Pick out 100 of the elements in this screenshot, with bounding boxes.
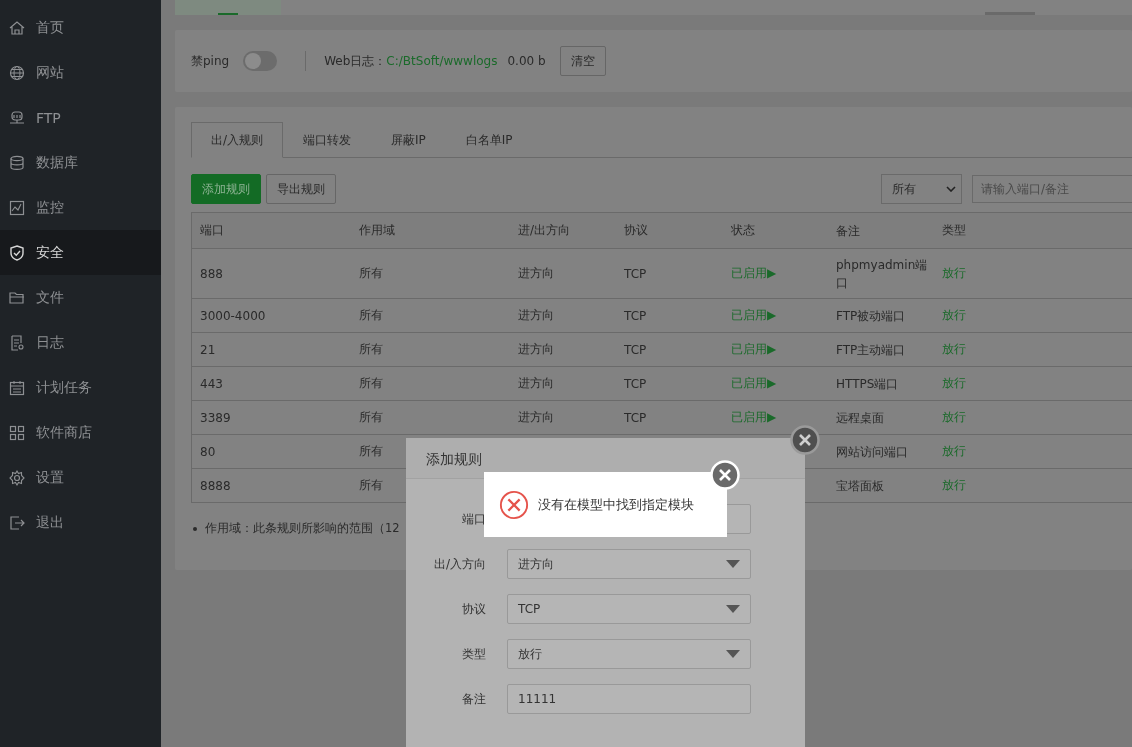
table-cell: 80 bbox=[200, 444, 216, 459]
field-label: 协议 bbox=[461, 600, 486, 618]
table-cell: 8888 bbox=[200, 478, 231, 493]
column-header: 端口 bbox=[199, 222, 225, 239]
note-text: 作用域：此条规则所影响的范围（12 bbox=[205, 521, 400, 536]
select-field[interactable]: 放行 bbox=[507, 639, 751, 669]
sidebar-item[interactable]: 计划任务 bbox=[0, 365, 161, 410]
field-label: 端口 bbox=[461, 510, 486, 528]
table-cell: 放行 bbox=[942, 376, 966, 390]
table-cell: 已启用▶ bbox=[731, 266, 777, 280]
table-cell: 放行 bbox=[942, 478, 966, 492]
sidebar-item[interactable]: 首页 bbox=[0, 5, 161, 50]
table-cell: phpmyadmin端口 bbox=[836, 257, 928, 290]
caret-icon bbox=[726, 605, 740, 613]
table-cell: 443 bbox=[200, 376, 223, 391]
table-cell: 所有 bbox=[359, 410, 383, 424]
table-cell: TCP bbox=[624, 308, 647, 323]
table-cell: 已启用▶ bbox=[731, 342, 777, 356]
table-cell: 所有 bbox=[359, 444, 383, 458]
log-size: 0.00 b bbox=[507, 54, 546, 68]
caret-icon bbox=[726, 650, 740, 658]
sidebar-item[interactable]: 文件 bbox=[0, 275, 161, 320]
table-cell: 3000-4000 bbox=[200, 308, 266, 323]
column-header: 备注 bbox=[835, 222, 861, 240]
chart-icon bbox=[8, 198, 26, 217]
select-field[interactable]: 进方向 bbox=[507, 549, 751, 579]
sidebar-item[interactable]: 退出 bbox=[0, 500, 161, 545]
field-label: 出/入方向 bbox=[432, 555, 486, 573]
table-cell: 已启用▶ bbox=[731, 308, 777, 322]
export-rule-button[interactable]: 导出规则 bbox=[266, 174, 336, 204]
table-cell: HTTPS端口 bbox=[836, 376, 899, 391]
tab[interactable]: 端口转发 bbox=[283, 122, 372, 157]
table-cell: 宝塔面板 bbox=[836, 478, 884, 493]
sidebar-item[interactable]: FTP bbox=[0, 95, 161, 140]
table-cell: 进方向 bbox=[518, 410, 554, 424]
sidebar-item[interactable]: 软件商店 bbox=[0, 410, 161, 455]
table-cell: 已启用▶ bbox=[731, 376, 777, 390]
table-cell: TCP bbox=[624, 410, 647, 425]
table-cell: 所有 bbox=[359, 478, 383, 492]
clear-button[interactable]: 清空 bbox=[559, 46, 606, 76]
table-cell: 所有 bbox=[359, 266, 383, 280]
shield-icon bbox=[8, 243, 26, 262]
tab[interactable]: 白名单IP bbox=[445, 122, 533, 157]
ping-label: 禁ping bbox=[191, 52, 230, 70]
column-header: 类型 bbox=[941, 222, 967, 239]
server-icon bbox=[8, 108, 26, 127]
tab[interactable]: 屏蔽IP bbox=[371, 122, 446, 157]
table-cell: 放行 bbox=[942, 266, 966, 280]
column-header: 作用域 bbox=[358, 222, 396, 239]
logout-icon bbox=[8, 513, 26, 532]
document-icon bbox=[8, 333, 26, 352]
globe-icon bbox=[8, 63, 26, 82]
field-label: 类型 bbox=[461, 645, 486, 663]
column-header: 进/出方向 bbox=[517, 222, 572, 239]
table-cell: 所有 bbox=[359, 308, 383, 322]
log-label: Web日志： bbox=[324, 52, 387, 70]
bullet-icon bbox=[193, 526, 197, 531]
table-cell: 进方向 bbox=[518, 342, 554, 356]
table-cell: TCP bbox=[624, 266, 647, 281]
table-cell: 进方向 bbox=[518, 308, 554, 322]
ping-toggle[interactable] bbox=[243, 51, 278, 71]
table-cell: 放行 bbox=[942, 308, 966, 322]
table-cell: 放行 bbox=[942, 342, 966, 356]
column-header: 状态 bbox=[730, 222, 756, 239]
table-cell: 放行 bbox=[942, 410, 966, 424]
database-icon bbox=[8, 153, 26, 172]
add-rule-button[interactable]: 添加规则 bbox=[191, 174, 261, 204]
select-field[interactable]: TCP bbox=[507, 594, 751, 624]
filter-dropdown[interactable]: 所有 bbox=[881, 174, 962, 204]
table-cell: FTP被动端口 bbox=[836, 308, 906, 323]
chevron-icon bbox=[946, 186, 956, 192]
sidebar-item[interactable]: 监控 bbox=[0, 185, 161, 230]
grid-icon bbox=[8, 423, 26, 442]
sidebar-item[interactable]: 日志 bbox=[0, 320, 161, 365]
table-cell: 进方向 bbox=[518, 266, 554, 280]
column-header: 协议 bbox=[623, 222, 649, 239]
sidebar-item[interactable]: 网站 bbox=[0, 50, 161, 95]
table-cell: 网站访问端口 bbox=[836, 444, 908, 459]
table-cell: TCP bbox=[624, 376, 647, 391]
error-message: 没有在模型中找到指定模块 bbox=[538, 495, 694, 514]
sidebar-item[interactable]: 数据库 bbox=[0, 140, 161, 185]
error-icon bbox=[499, 489, 529, 520]
calendar-icon bbox=[8, 378, 26, 397]
caret-icon bbox=[726, 560, 740, 568]
tab[interactable]: 出/入规则 bbox=[191, 122, 284, 158]
sidebar-item[interactable]: 安全 bbox=[0, 230, 161, 275]
table-cell: 所有 bbox=[359, 376, 383, 390]
table-cell: 远程桌面 bbox=[836, 410, 884, 425]
table-cell: FTP主动端口 bbox=[836, 342, 906, 357]
table-cell: 进方向 bbox=[518, 376, 554, 390]
table-cell: 3389 bbox=[200, 410, 231, 425]
table-cell: TCP bbox=[624, 342, 647, 357]
table-cell: 放行 bbox=[942, 444, 966, 458]
table-cell: 888 bbox=[200, 266, 223, 281]
settings-icon bbox=[8, 468, 26, 487]
sidebar-item[interactable]: 设置 bbox=[0, 455, 161, 500]
input-field[interactable]: 11111 bbox=[507, 684, 751, 714]
table-cell: 21 bbox=[200, 342, 216, 357]
field-label: 备注 bbox=[461, 690, 486, 708]
table-cell: 已启用▶ bbox=[731, 410, 777, 424]
